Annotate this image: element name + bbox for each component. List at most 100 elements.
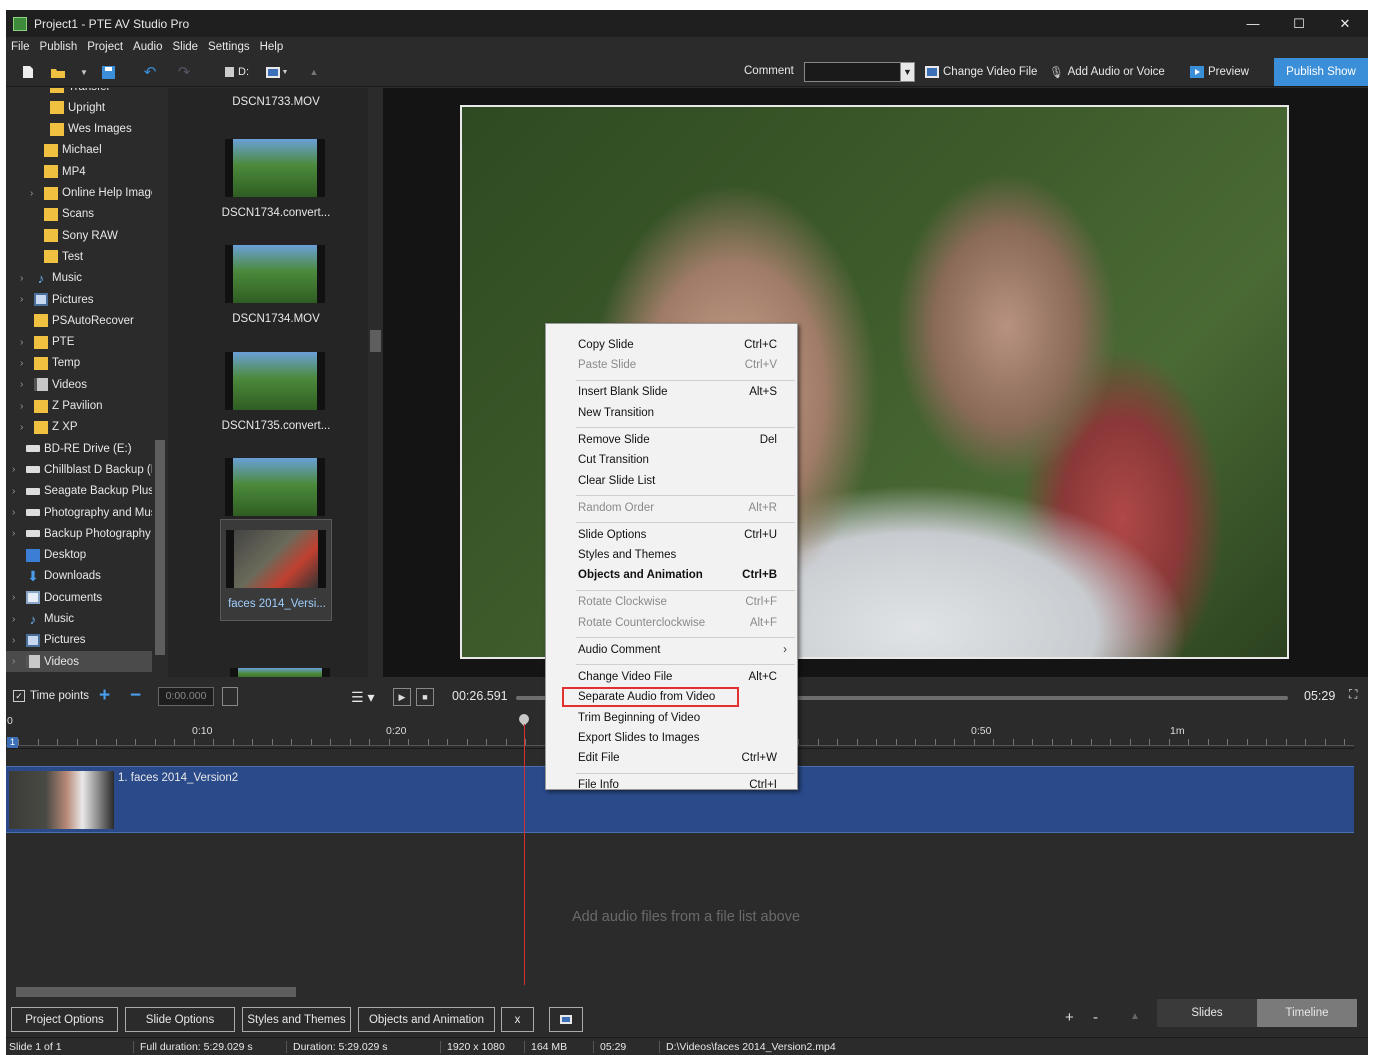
tree-item[interactable]: Desktop — [26, 545, 86, 566]
menu-item-trim-beginning-of-video[interactable]: Trim Beginning of Video — [546, 709, 797, 729]
menu-item-cut-transition[interactable]: Cut Transition — [546, 451, 797, 471]
comment-dropdown-button[interactable]: ▼ — [900, 62, 915, 82]
tree-item[interactable]: › ♪ Music — [12, 609, 74, 630]
tree-item[interactable]: › Videos — [6, 651, 152, 673]
menu-item-export-slides-to-images[interactable]: Export Slides to Images — [546, 729, 797, 749]
file-item[interactable]: DSCN1734.MOV — [220, 199, 332, 325]
expand-chevron-icon[interactable]: › — [12, 614, 22, 625]
menu-item-change-video-file[interactable]: Change Video File Alt+C — [546, 668, 797, 688]
tree-item[interactable]: › Videos — [20, 374, 87, 395]
menu-project[interactable]: Project — [82, 41, 128, 53]
expand-chevron-icon[interactable]: › — [12, 635, 22, 646]
expand-chevron-icon[interactable]: › — [20, 422, 30, 433]
list-menu-icon[interactable]: ☰ ▾ — [351, 689, 374, 706]
change-video-file-button[interactable]: Change Video File — [925, 63, 1037, 81]
add-time-point-button[interactable]: + — [99, 685, 110, 707]
tree-item[interactable]: › Z Pavilion — [20, 396, 103, 417]
tab-slides[interactable]: Slides — [1157, 999, 1257, 1027]
expand-chevron-icon[interactable]: › — [12, 486, 22, 497]
preview-button[interactable]: Preview — [1190, 63, 1249, 81]
expand-chevron-icon[interactable]: › — [12, 656, 22, 667]
tree-item[interactable]: › ♪ Music — [20, 268, 82, 289]
file-item[interactable]: DSCN1734.convert... — [220, 93, 332, 219]
x-button[interactable]: x — [501, 1007, 534, 1032]
menu-item-remove-slide[interactable]: Remove Slide Del — [546, 431, 797, 451]
tree-item[interactable]: › Online Help Image — [30, 183, 157, 204]
tree-item[interactable]: › PTE — [20, 332, 74, 353]
open-dropdown-icon[interactable]: ▼ — [76, 64, 92, 80]
drive-selector[interactable]: D: — [222, 64, 252, 80]
slide-options-button[interactable]: Slide Options — [125, 1007, 235, 1032]
expand-chevron-icon[interactable]: › — [20, 358, 30, 369]
new-file-icon[interactable] — [20, 64, 36, 80]
maximize-button[interactable]: ☐ — [1276, 10, 1322, 37]
menu-slide[interactable]: Slide — [167, 41, 203, 53]
project-options-button[interactable]: Project Options — [11, 1007, 118, 1032]
tree-item[interactable]: ⬇ Downloads — [26, 566, 101, 587]
up-arrow-icon[interactable]: ▲ — [306, 64, 322, 80]
screen-icon-button[interactable] — [549, 1007, 583, 1032]
menu-help[interactable]: Help — [255, 41, 289, 53]
tree-item[interactable]: Transfer — [50, 88, 110, 97]
tree-item[interactable]: BD-RE Drive (E:) — [26, 438, 132, 459]
expand-chevron-icon[interactable]: › — [12, 592, 22, 603]
menu-settings[interactable]: Settings — [203, 41, 255, 53]
file-item[interactable]: DSCN1735.MOV — [220, 412, 332, 538]
video-thumbnail[interactable] — [230, 668, 330, 677]
expand-chevron-icon[interactable]: › — [20, 401, 30, 412]
tab-timeline[interactable]: Timeline — [1257, 999, 1357, 1027]
tree-item[interactable]: Test — [44, 246, 83, 267]
remove-time-point-button[interactable]: − — [130, 685, 141, 707]
tree-item[interactable]: › Temp — [20, 353, 80, 374]
menu-file[interactable]: File — [6, 41, 35, 53]
minimize-button[interactable]: — — [1230, 10, 1276, 37]
undo-icon[interactable]: ↶ — [142, 64, 158, 81]
up-arrow-button[interactable]: ▲ — [1130, 1011, 1140, 1022]
close-button[interactable]: ✕ — [1322, 10, 1368, 37]
menu-item-new-transition[interactable]: New Transition — [546, 404, 797, 424]
zoom-out-button[interactable]: - — [1093, 1009, 1098, 1026]
menu-item-slide-options[interactable]: Slide Options Ctrl+U — [546, 526, 797, 546]
tree-item[interactable]: Sony RAW — [44, 225, 118, 246]
menu-item-objects-and-animation[interactable]: Objects and Animation Ctrl+B — [546, 566, 797, 586]
tree-item[interactable]: PSAutoRecover — [34, 310, 134, 331]
tree-item[interactable]: › Seagate Backup Plus D — [12, 481, 165, 502]
tree-item[interactable]: Wes Images — [50, 119, 132, 140]
timeline-horizontal-scrollbar[interactable] — [6, 985, 1368, 999]
tree-item[interactable]: › Documents — [12, 587, 102, 608]
timeline-vertical-scrollbar[interactable] — [1354, 711, 1368, 985]
tree-item[interactable]: MP4 — [44, 161, 86, 182]
open-folder-icon[interactable] — [50, 64, 66, 80]
expand-chevron-icon[interactable]: › — [12, 464, 22, 475]
menu-item-styles-and-themes[interactable]: Styles and Themes — [546, 546, 797, 566]
objects-animation-button[interactable]: Objects and Animation — [358, 1007, 495, 1032]
tree-item[interactable]: Michael — [44, 140, 102, 161]
expand-chevron-icon[interactable]: › — [30, 188, 40, 199]
menu-item-edit-file[interactable]: Edit File Ctrl+W — [546, 749, 797, 769]
tree-item[interactable]: › Photography and Mus — [12, 502, 157, 523]
menu-publish[interactable]: Publish — [35, 41, 83, 53]
expand-chevron-icon[interactable]: › — [20, 273, 30, 284]
stop-button[interactable]: ■ — [416, 688, 434, 706]
expand-chevron-icon[interactable]: › — [20, 379, 30, 390]
styles-themes-button[interactable]: Styles and Themes — [242, 1007, 351, 1032]
file-list-scrollbar[interactable] — [368, 88, 383, 677]
tree-scrollbar[interactable] — [152, 88, 168, 677]
tree-item[interactable]: Scans — [44, 204, 94, 225]
save-icon[interactable] — [100, 64, 116, 80]
audio-track-area[interactable]: Add audio files from a file list above — [6, 834, 1354, 985]
fullscreen-icon[interactable]: ⛶ — [1349, 687, 1357, 702]
add-audio-button[interactable]: 🎙 Add Audio or Voice — [1049, 63, 1165, 81]
time-points-checkbox[interactable]: ✓ — [13, 690, 25, 702]
menu-item-copy-slide[interactable]: Copy Slide Ctrl+C — [546, 336, 797, 356]
menu-audio[interactable]: Audio — [128, 41, 167, 53]
comment-input[interactable] — [804, 62, 902, 82]
menu-item-file-info[interactable]: File Info Ctrl+I — [546, 776, 797, 796]
view-mode-icon[interactable]: ▼ — [264, 64, 290, 80]
zoom-in-button[interactable]: + — [1065, 1009, 1074, 1026]
time-point-stepper[interactable] — [222, 687, 238, 706]
menu-item-insert-blank-slide[interactable]: Insert Blank Slide Alt+S — [546, 383, 797, 403]
expand-chevron-icon[interactable]: › — [20, 337, 30, 348]
tree-item[interactable]: Upright — [50, 97, 105, 118]
tree-item[interactable]: › Pictures — [12, 630, 86, 651]
